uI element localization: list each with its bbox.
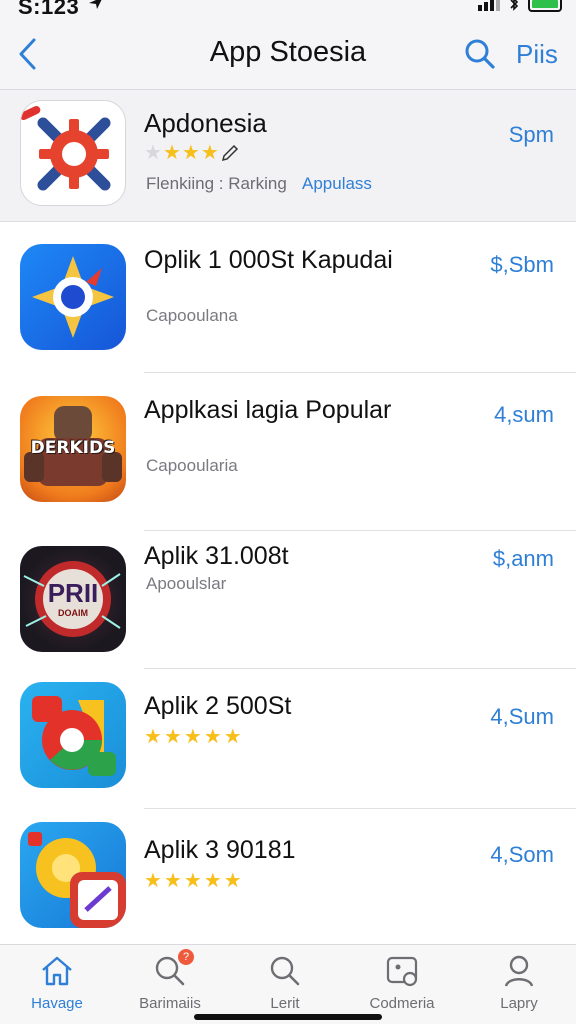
star-icon: ★ bbox=[223, 726, 242, 748]
search-icon bbox=[465, 39, 495, 69]
star-icon: ★ bbox=[183, 726, 202, 748]
app-title: Oplik 1 000St Kapudai bbox=[144, 246, 393, 274]
star-icon: ★ bbox=[144, 142, 162, 164]
media-icon bbox=[28, 832, 126, 928]
home-indicator bbox=[194, 1014, 382, 1020]
location-arrow-icon bbox=[89, 0, 102, 9]
notification-badge: ? bbox=[178, 949, 194, 965]
tab-label: Lerit bbox=[270, 995, 300, 1012]
tab-search[interactable]: Lerit bbox=[230, 953, 340, 1012]
bluetooth-icon bbox=[510, 0, 519, 11]
price-button[interactable]: 4,sum bbox=[494, 402, 554, 428]
plus-button[interactable]: Piis bbox=[516, 39, 558, 70]
featured-price-button[interactable]: Spm bbox=[509, 122, 554, 148]
app-list: Oplik 1 000St Kapudai Capooulana $,Sbm D… bbox=[0, 222, 576, 944]
tab-label: Lapry bbox=[500, 995, 538, 1012]
status-time: S:123 bbox=[18, 0, 80, 19]
tab-label: Havage bbox=[31, 995, 83, 1012]
price-button[interactable]: $,Sbm bbox=[490, 252, 554, 278]
list-item[interactable]: PRII DOAIM Aplik 31.008t Apooulslar $,an… bbox=[0, 530, 576, 669]
price-button[interactable]: 4,Sum bbox=[490, 704, 554, 730]
camera-icon bbox=[32, 696, 116, 776]
battery-icon bbox=[528, 0, 562, 12]
prii-logo-text: PRII bbox=[47, 578, 99, 608]
camera-app-icon bbox=[20, 682, 126, 788]
search-icon bbox=[267, 953, 303, 989]
status-bar: S:123 bbox=[0, 0, 576, 22]
compass-icon bbox=[32, 256, 114, 338]
star-icon: ★ bbox=[163, 726, 182, 748]
featured-link[interactable]: Appulass bbox=[302, 174, 372, 194]
home-icon bbox=[39, 953, 75, 989]
battery-level bbox=[532, 0, 558, 8]
app-title: Applkasi lagia Popular bbox=[144, 396, 392, 424]
app-title: Aplik 2 500St bbox=[144, 692, 292, 720]
app-title: Aplik 31.008t bbox=[144, 542, 289, 570]
tab-photo[interactable]: Codmeria bbox=[347, 953, 457, 1012]
prii-app-icon: PRII DOAIM bbox=[20, 546, 126, 652]
status-indicators bbox=[478, 0, 562, 12]
person-icon bbox=[501, 953, 537, 989]
tab-label: Codmeria bbox=[369, 995, 435, 1012]
star-icon: ★ bbox=[203, 870, 222, 892]
featured-app[interactable]: Apdonesia ★ ★ ★ ★ Flenkiing : Rarking Ap… bbox=[0, 90, 576, 222]
app-subtitle: Apooulslar bbox=[146, 574, 227, 593]
price-button[interactable]: 4,Som bbox=[490, 842, 554, 868]
featured-app-name: Apdonesia bbox=[144, 108, 267, 138]
tab-label: Barimaiis bbox=[139, 995, 201, 1012]
app-subtitle: Capooulana bbox=[146, 306, 238, 325]
tab-home[interactable]: Havage bbox=[2, 953, 112, 1012]
pencil-icon bbox=[221, 144, 238, 161]
search-button[interactable] bbox=[462, 36, 498, 72]
prii-logo-subtext: DOAIM bbox=[58, 608, 88, 618]
featured-rating: ★ ★ ★ ★ bbox=[144, 140, 240, 165]
tab-profile[interactable]: Lapry bbox=[464, 953, 574, 1012]
robot-game-app-icon: DERKIDS bbox=[20, 396, 126, 502]
rating-stars: ★ ★ ★ ★ ★ bbox=[144, 724, 242, 749]
star-icon: ★ bbox=[223, 870, 242, 892]
photo-icon bbox=[384, 953, 420, 989]
rating-stars: ★ ★ ★ ★ ★ bbox=[144, 868, 242, 893]
list-item[interactable]: Oplik 1 000St Kapudai Capooulana $,Sbm bbox=[0, 222, 576, 373]
featured-ranking: Flenkiing : Rarking bbox=[146, 174, 287, 193]
game-title-text: DERKIDS bbox=[30, 438, 116, 458]
tab-bar: Havage ? Barimaiis Lerit Codmeria Lapry bbox=[0, 944, 576, 1024]
star-icon: ★ bbox=[181, 142, 200, 164]
app-subtitle: Capooularia bbox=[146, 456, 238, 475]
compass-app-icon bbox=[20, 244, 126, 350]
list-item[interactable]: DERKIDS Applkasi lagia Popular Capooular… bbox=[0, 372, 576, 531]
star-icon: ★ bbox=[200, 142, 219, 164]
sun-cross-icon bbox=[37, 117, 111, 191]
price-button[interactable]: $,anm bbox=[493, 546, 554, 572]
star-icon: ★ bbox=[162, 142, 181, 164]
star-icon: ★ bbox=[183, 870, 202, 892]
star-icon: ★ bbox=[144, 870, 162, 892]
star-icon: ★ bbox=[163, 870, 182, 892]
list-item[interactable]: Aplik 3 90181 ★ ★ ★ ★ ★ 4,Som bbox=[0, 808, 576, 944]
signal-icon bbox=[478, 0, 500, 11]
star-icon: ★ bbox=[144, 726, 162, 748]
featured-app-icon bbox=[20, 100, 126, 206]
list-item[interactable]: Aplik 2 500St ★ ★ ★ ★ ★ 4,Sum bbox=[0, 668, 576, 809]
star-icon: ★ bbox=[203, 726, 222, 748]
tab-search-badge[interactable]: ? Barimaiis bbox=[115, 949, 225, 1012]
app-title: Aplik 3 90181 bbox=[144, 836, 296, 864]
search-badge-icon: ? bbox=[152, 949, 194, 989]
navigation-bar: App Stoesia Piis bbox=[0, 22, 576, 90]
media-app-icon bbox=[20, 822, 126, 928]
